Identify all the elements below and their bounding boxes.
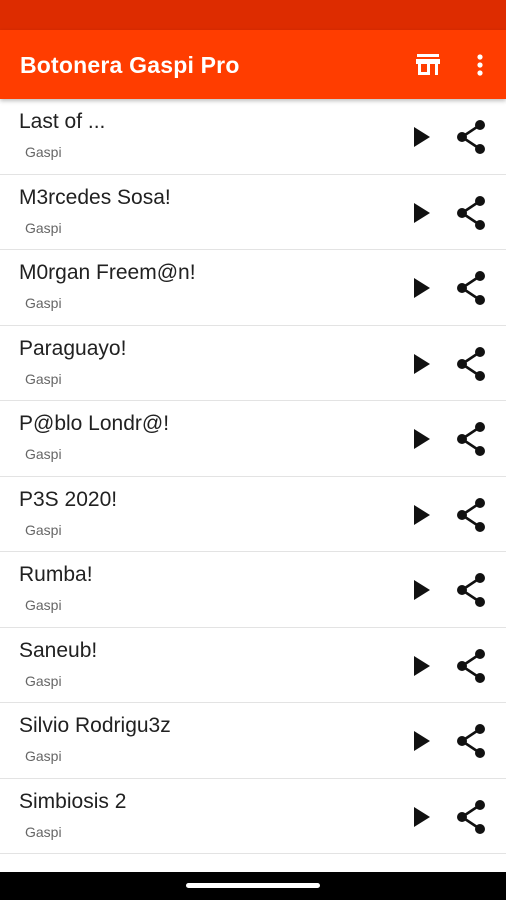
share-button[interactable] [451,268,491,308]
play-button[interactable] [404,648,440,684]
share-icon [457,799,485,834]
share-icon [457,497,485,532]
list-item-partial[interactable] [0,854,506,872]
share-button[interactable] [451,495,491,535]
play-icon [414,806,430,827]
sound-author: Gaspi [25,219,62,236]
sound-author: Gaspi [25,295,62,311]
play-icon [414,580,430,600]
overflow-menu-button[interactable] [462,47,498,83]
play-button[interactable] [404,723,440,759]
more-vert-icon [477,54,483,76]
sound-title: Paraguayo! [19,336,127,360]
sound-title: Last of ... [19,110,106,133]
home-indicator[interactable] [186,883,320,888]
play-icon [414,127,430,147]
play-icon [414,278,430,298]
sound-author: Gaspi [25,144,62,160]
store-icon [416,54,440,75]
play-icon [414,731,430,751]
list-item[interactable]: Saneub! Gaspi [0,627,506,703]
list-item[interactable]: Last of ... Gaspi [0,99,506,175]
play-button[interactable] [404,572,440,608]
share-icon [457,346,485,381]
sound-author: Gaspi [25,370,62,387]
share-icon [457,573,485,607]
list-item[interactable]: P@blo Londr@! Gaspi [0,401,506,477]
navigation-bar [0,872,506,900]
share-button[interactable] [451,419,491,459]
sound-author: Gaspi [25,597,62,613]
status-bar [0,0,506,30]
sound-author: Gaspi [25,748,62,764]
sound-title: P@blo Londr@! [19,412,170,435]
sound-title: Saneub! [19,638,98,662]
share-button[interactable] [451,193,491,233]
play-button[interactable] [404,497,440,533]
share-icon [457,724,485,758]
play-icon [414,202,430,223]
sound-author: Gaspi [25,446,62,462]
list-item[interactable]: Rumba! Gaspi [0,552,506,628]
play-icon [414,655,430,676]
sound-author: Gaspi [25,823,62,840]
play-button[interactable] [404,346,440,382]
list-item[interactable]: M3rcedes Sosa! Gaspi [0,174,506,250]
sound-title: Simbiosis 2 [19,789,127,813]
share-button[interactable] [451,721,491,761]
play-icon [414,504,430,525]
list-item[interactable]: M0rgan Freem@n! Gaspi [0,250,506,326]
sound-title: P3S 2020! [19,487,118,511]
play-button[interactable] [404,119,440,155]
play-button[interactable] [404,270,440,306]
share-button[interactable] [451,797,491,837]
play-button[interactable] [404,799,440,835]
share-icon [457,120,485,154]
share-icon [457,648,485,683]
share-button[interactable] [451,570,491,610]
app-title: Botonera Gaspi Pro [20,52,240,78]
play-button[interactable] [404,421,440,457]
share-icon [457,422,485,456]
list-item[interactable]: Paraguayo! Gaspi [0,325,506,401]
sound-title: Silvio Rodrigu3z [19,714,171,737]
share-icon [457,195,485,230]
store-button[interactable] [410,47,446,83]
sound-title: M3rcedes Sosa! [19,185,171,209]
share-icon [457,271,485,305]
list-item[interactable]: P3S 2020! Gaspi [0,476,506,552]
sound-author: Gaspi [25,672,62,689]
share-button[interactable] [451,117,491,157]
share-button[interactable] [451,646,491,686]
app-bar: Botonera Gaspi Pro [0,30,506,99]
sound-title: M0rgan Freem@n! [19,261,196,284]
share-button[interactable] [451,344,491,384]
sound-title: Rumba! [19,563,93,586]
play-icon [414,429,430,449]
list-item[interactable]: Simbiosis 2 Gaspi [0,778,506,854]
play-button[interactable] [404,195,440,231]
sound-list: Last of ... Gaspi M3rcedes Sosa! Gaspi M0rga… [0,99,506,872]
play-icon [414,353,430,374]
sound-author: Gaspi [25,521,62,538]
list-item[interactable]: Silvio Rodrigu3z Gaspi [0,703,506,779]
